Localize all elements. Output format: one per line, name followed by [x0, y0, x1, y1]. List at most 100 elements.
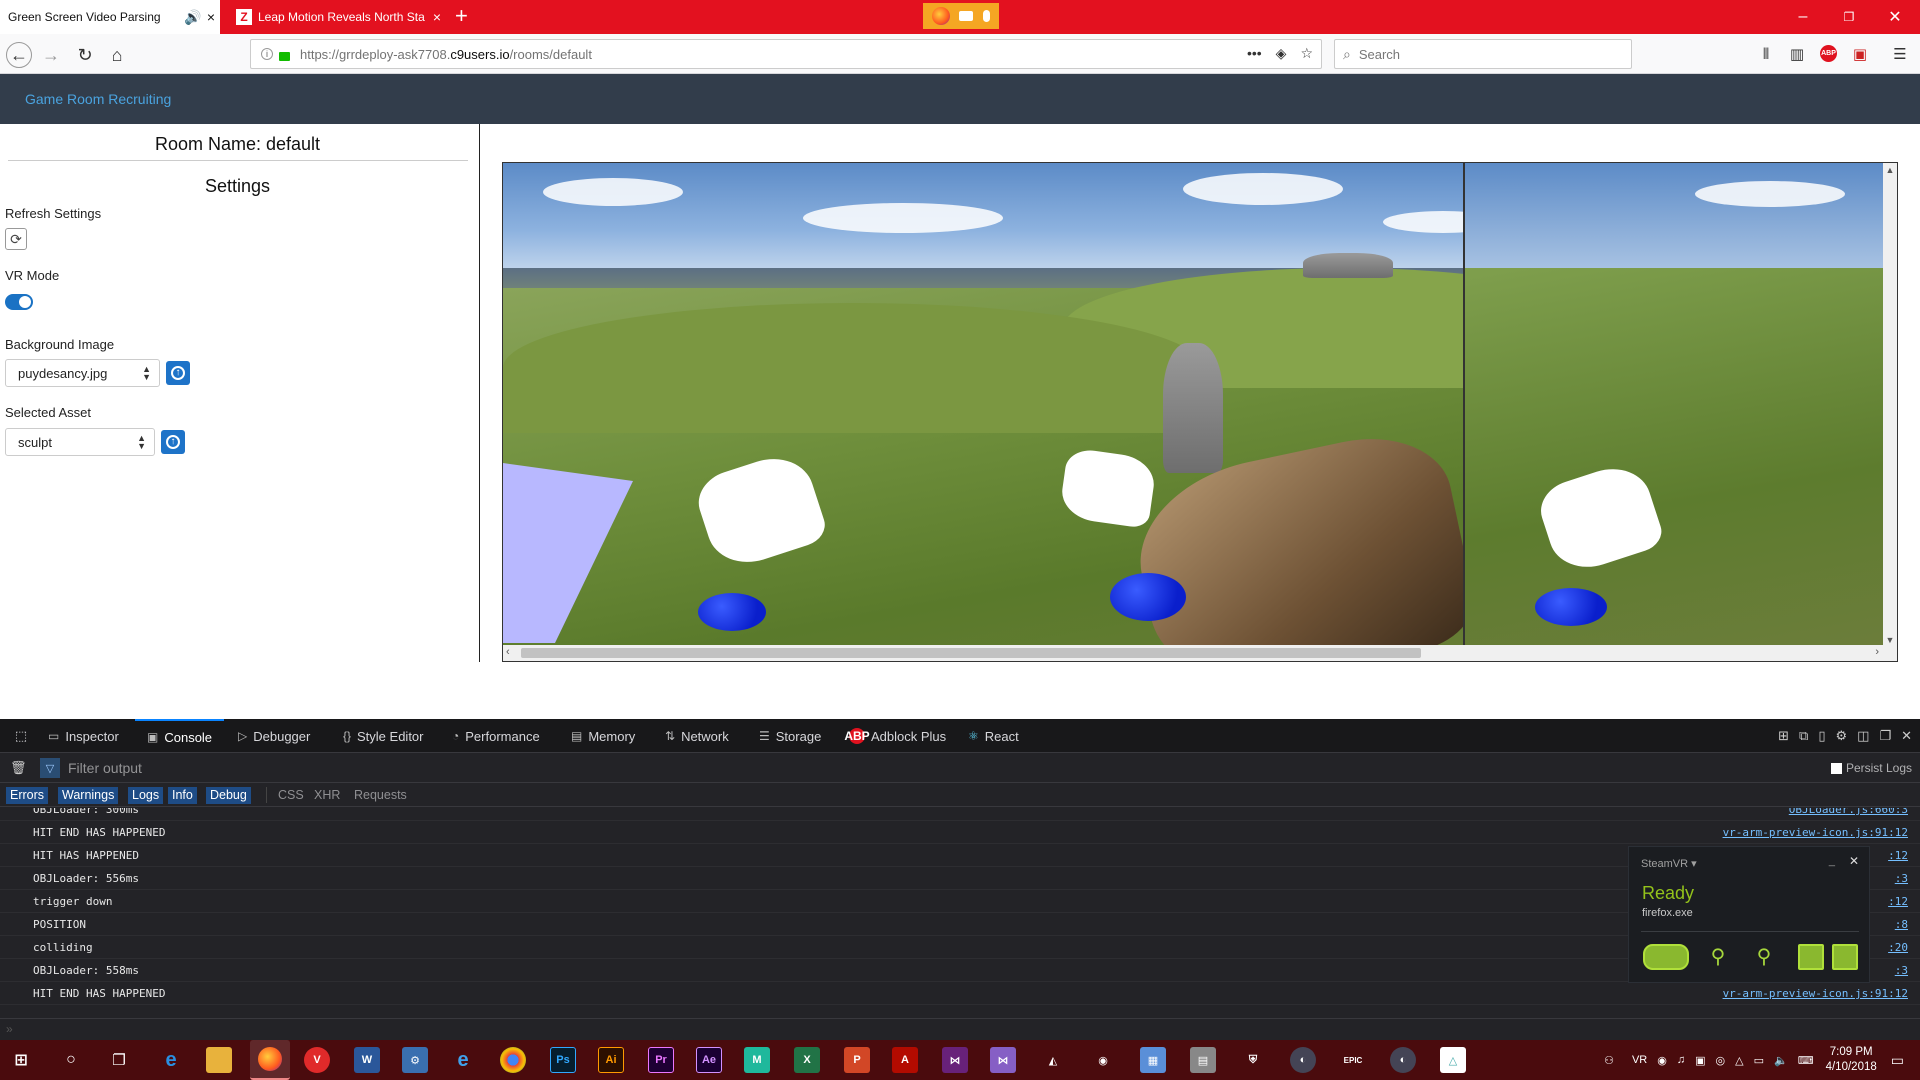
powerpoint-icon[interactable]: P — [844, 1047, 870, 1073]
sidebar-icon[interactable]: ▥ — [1787, 44, 1807, 64]
tray-app-icon[interactable]: △ — [1735, 1054, 1743, 1067]
forward-button[interactable]: → — [38, 42, 64, 68]
tab-react[interactable]: ⚛ React — [968, 719, 1019, 753]
tab-leap-motion[interactable]: Z Leap Motion Reveals North Sta × — [226, 0, 446, 34]
clear-console-icon[interactable]: 🗑 — [10, 760, 27, 776]
network-app-icon[interactable]: ⚙ — [402, 1047, 428, 1073]
edge-icon[interactable]: e — [158, 1047, 184, 1073]
log-source-link[interactable]: OBJLoader.js:660:3 — [1789, 808, 1908, 816]
page-actions-icon[interactable]: ••• — [1247, 45, 1262, 62]
steam-tray-icon[interactable]: ◎ — [1716, 1054, 1726, 1067]
responsive-mode-icon[interactable]: ⊞ — [1778, 728, 1789, 744]
vivaldi-icon[interactable]: V — [304, 1047, 330, 1073]
clock[interactable]: 7:09 PM 4/10/2018 — [1826, 1045, 1877, 1075]
extension-icon[interactable]: ▣ — [1850, 44, 1870, 64]
vr-scene-viewport[interactable]: ▲ ▼ ‹ › — [502, 162, 1898, 662]
steamvr-status-window[interactable]: SteamVR ▾ _ ✕ Ready firefox.exe ⚲ ⚲ — [1628, 846, 1870, 983]
tab-console[interactable]: ▣ Console — [135, 719, 225, 753]
log-source-link[interactable]: :3 — [1895, 964, 1908, 977]
scroll-thumb[interactable] — [521, 648, 1421, 658]
url-bar[interactable]: i https://grrdeploy-ask7708.c9users.io/r… — [250, 39, 1322, 69]
steamvr-menu[interactable]: SteamVR ▾ — [1641, 857, 1697, 870]
tray-app-icon[interactable]: ♫ — [1677, 1054, 1685, 1066]
minimize-icon[interactable]: _ — [1829, 855, 1835, 867]
filter-info[interactable]: Info — [168, 787, 197, 804]
refresh-settings-button[interactable]: ⟳ — [5, 228, 27, 250]
unity-icon[interactable]: ◭ — [1040, 1047, 1066, 1073]
tab-inspector[interactable]: ▭ Inspector — [48, 719, 119, 753]
after-effects-icon[interactable]: Ae — [696, 1047, 722, 1073]
settings-gear-icon[interactable]: ⚙ — [1835, 728, 1847, 744]
epic-games-icon[interactable]: EPIC — [1340, 1047, 1366, 1073]
tab-storage[interactable]: ☰ Storage — [759, 719, 821, 753]
tab-memory[interactable]: ▤ Memory — [571, 719, 635, 753]
steam-icon[interactable]: ◉ — [1090, 1047, 1116, 1073]
filter-requests[interactable]: Requests — [350, 787, 411, 804]
excel-icon[interactable]: X — [794, 1047, 820, 1073]
upload-asset-button[interactable]: ↑ — [161, 430, 185, 454]
search-bar[interactable]: ⌕ Search — [1334, 39, 1632, 69]
close-window-button[interactable]: ✕ — [1872, 0, 1918, 34]
pick-element-icon[interactable]: ⬚ — [8, 719, 34, 753]
log-source-link[interactable]: vr-arm-preview-icon.js:91:12 — [1723, 987, 1908, 1000]
vr-app-icon[interactable]: ◐ — [1290, 1047, 1316, 1073]
tab-debugger[interactable]: ▷ Debugger — [238, 719, 310, 753]
calculator-icon[interactable]: ▦ — [1140, 1047, 1166, 1073]
home-button[interactable]: ⌂ — [104, 42, 130, 68]
background-image-select[interactable]: puydesancy.jpg ▲ ▼ — [5, 359, 160, 387]
word-icon[interactable]: W — [354, 1047, 380, 1073]
tab-network[interactable]: ⇅ Network — [665, 719, 729, 753]
restore-button[interactable]: ❐ — [1826, 0, 1872, 34]
bookmark-star-icon[interactable]: ☆ — [1300, 45, 1313, 62]
visual-studio-icon[interactable]: ⋈ — [942, 1047, 968, 1073]
persist-logs-checkbox[interactable]: Persist Logs — [1830, 761, 1912, 775]
horizontal-scrollbar[interactable]: ‹ › — [503, 645, 1897, 661]
vr-tray-icon[interactable]: VR — [1632, 1054, 1647, 1066]
internet-explorer-icon[interactable]: e — [450, 1047, 476, 1073]
shield-icon[interactable]: ⛨ — [1240, 1047, 1266, 1073]
reload-button[interactable]: ↻ — [72, 42, 98, 68]
scroll-right-icon[interactable]: › — [1875, 646, 1879, 658]
close-tab-icon[interactable]: × — [202, 9, 220, 25]
firefox-taskbar-icon[interactable] — [250, 1040, 290, 1080]
filter-css[interactable]: CSS — [274, 787, 308, 804]
console-input[interactable]: » — [0, 1018, 1920, 1040]
checkbox[interactable] — [1830, 762, 1842, 774]
speaker-icon[interactable]: 🔊 — [184, 9, 202, 26]
cortana-icon[interactable]: ○ — [58, 1047, 84, 1073]
log-source-link[interactable]: :3 — [1895, 872, 1908, 885]
minimize-button[interactable]: – — [1780, 0, 1826, 34]
filter-debug[interactable]: Debug — [206, 787, 251, 804]
windows-start-icon[interactable]: ⊞ — [8, 1047, 34, 1073]
filter-errors[interactable]: Errors — [6, 787, 49, 804]
volume-icon[interactable]: 🔈 — [1774, 1054, 1788, 1067]
file-explorer-icon[interactable] — [206, 1047, 232, 1073]
scroll-left-icon[interactable]: ‹ — [506, 646, 510, 658]
tray-app-icon[interactable]: ▣ — [1695, 1054, 1705, 1067]
log-source-link[interactable]: :20 — [1888, 941, 1908, 954]
screenshot-icon[interactable]: ▯ — [1818, 728, 1825, 744]
scroll-down-icon[interactable]: ▼ — [1883, 635, 1897, 645]
tray-app-icon[interactable]: ◉ — [1657, 1054, 1667, 1067]
premiere-icon[interactable]: Pr — [648, 1047, 674, 1073]
back-button[interactable]: ← — [6, 42, 32, 68]
log-source-link[interactable]: :12 — [1888, 895, 1908, 908]
filter-logs[interactable]: Logs — [128, 787, 164, 804]
visual-studio-alt-icon[interactable]: ⋈ — [990, 1047, 1016, 1073]
filter-warnings[interactable]: Warnings — [58, 787, 119, 804]
info-icon[interactable]: i — [261, 48, 273, 60]
sharing-indicator[interactable] — [923, 3, 999, 29]
dock-side-icon[interactable]: ◫ — [1857, 728, 1869, 744]
vertical-scrollbar[interactable]: ▲ ▼ — [1883, 163, 1897, 647]
log-source-link[interactable]: vr-arm-preview-icon.js:91:12 — [1723, 826, 1908, 839]
task-view-icon[interactable]: ❐ — [106, 1047, 132, 1073]
printer-icon[interactable]: ▤ — [1190, 1047, 1216, 1073]
people-icon[interactable]: ⚇ — [1604, 1054, 1614, 1067]
photoshop-icon[interactable]: Ps — [550, 1047, 576, 1073]
upload-background-button[interactable]: ↑ — [166, 361, 190, 385]
illustrator-icon[interactable]: Ai — [598, 1047, 624, 1073]
vr-app-alt-icon[interactable]: ◐ — [1390, 1047, 1416, 1073]
brand-link[interactable]: Game Room Recruiting — [25, 91, 171, 107]
menu-icon[interactable]: ☰ — [1890, 44, 1910, 64]
selected-asset-select[interactable]: sculpt ▲ ▼ — [5, 428, 155, 456]
